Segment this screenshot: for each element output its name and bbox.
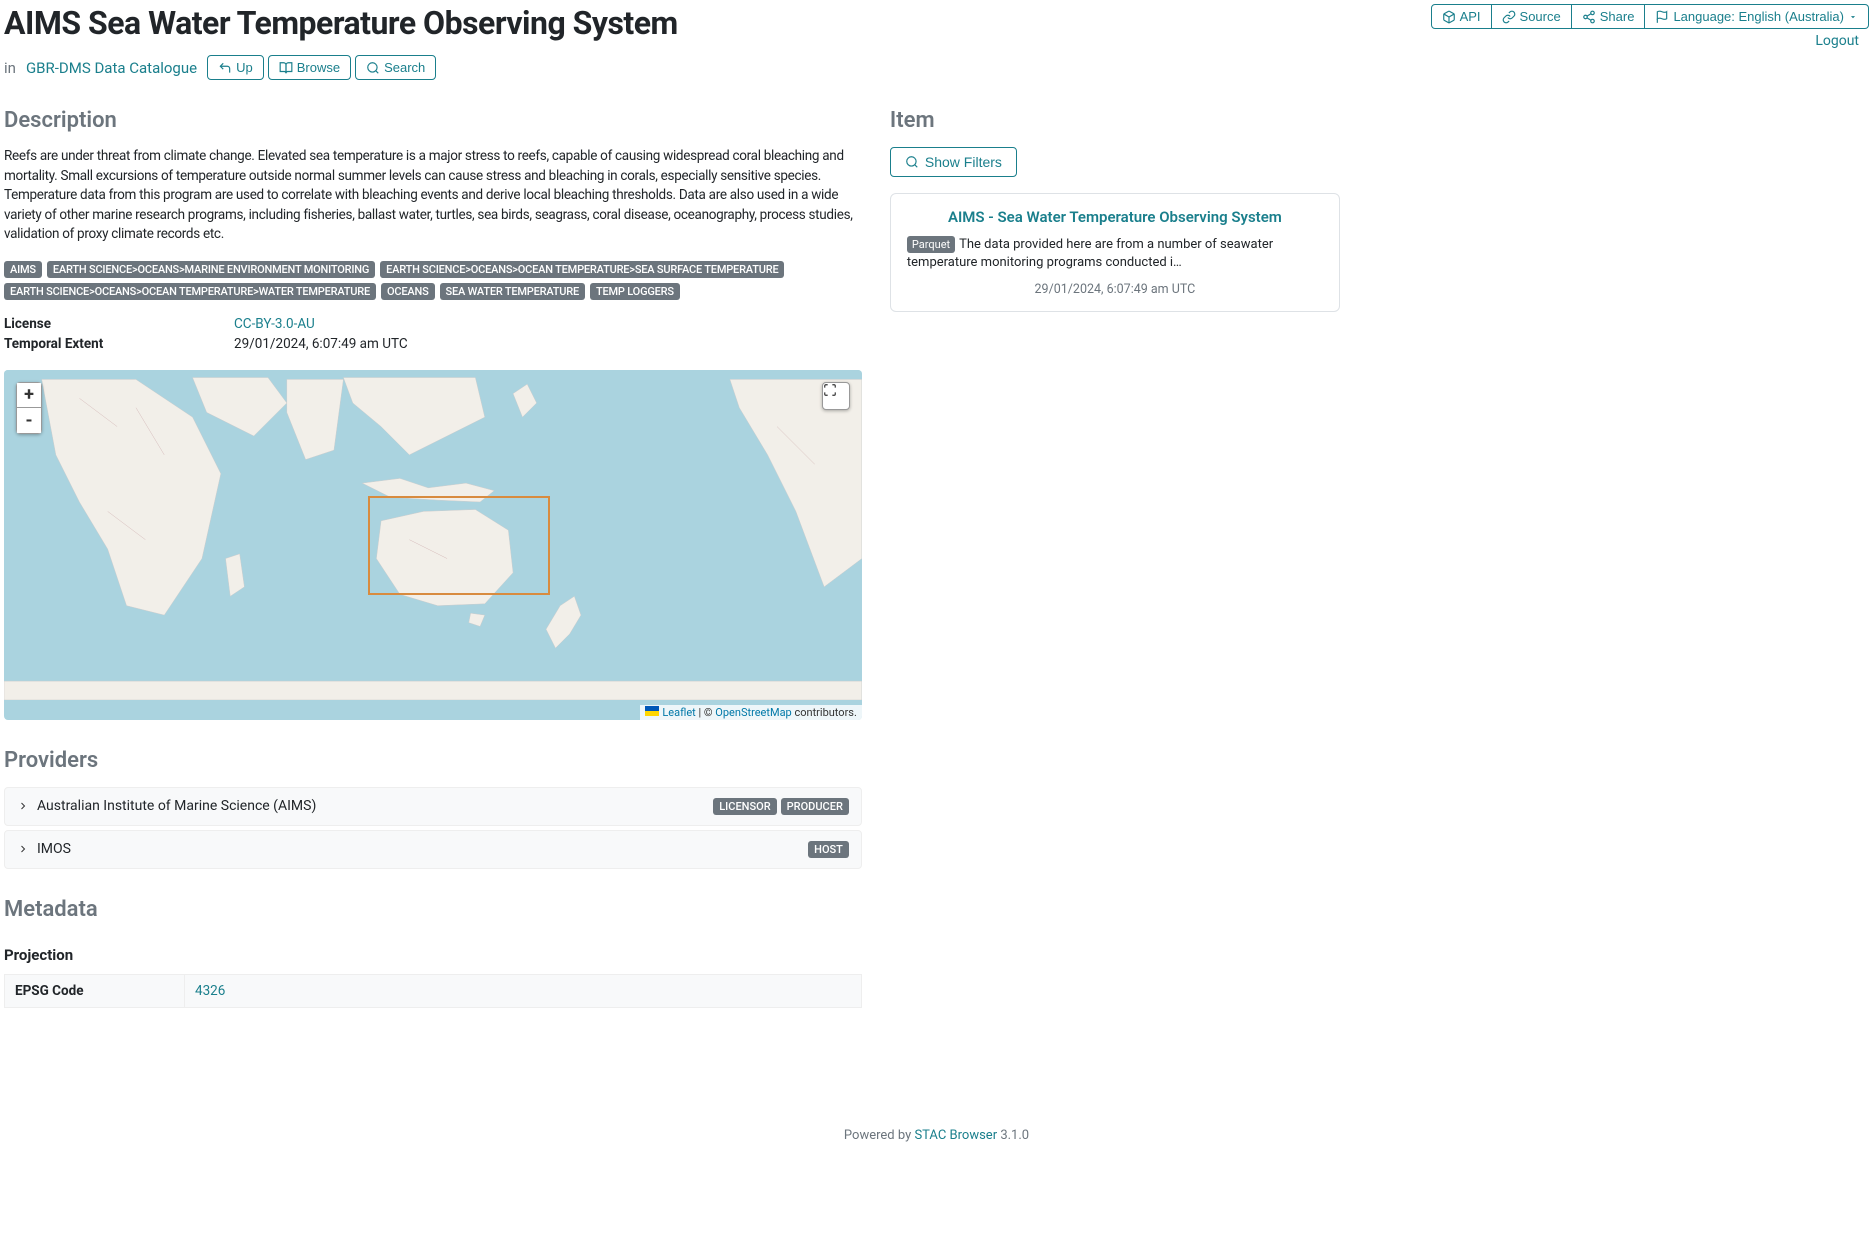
book-icon [279,61,293,75]
osm-link[interactable]: OpenStreetMap [715,706,791,719]
tag: Sea Water Temperature [440,283,585,300]
share-button[interactable]: Share [1572,4,1646,29]
temporal-value: 29/01/2024, 6:07:49 am UTC [234,336,408,352]
license-link[interactable]: CC-BY-3.0-AU [234,316,315,332]
item-card: AIMS - Sea Water Temperature Observing S… [890,193,1340,312]
up-label: Up [236,60,253,75]
source-button[interactable]: Source [1492,4,1572,29]
search-button[interactable]: Search [355,55,436,80]
epsg-link[interactable]: 4326 [195,983,225,999]
caret-down-icon [1848,12,1858,22]
provider-row[interactable]: Australian Institute of Marine Science (… [4,787,862,826]
chevron-right-icon [17,800,29,812]
item-format-badge: Parquet [907,236,955,253]
tag: EARTH SCIENCE>OCEANS>OCEAN TEMPERATURE>W… [4,283,376,300]
browse-label: Browse [297,60,340,75]
page-title: AIMS Sea Water Temperature Observing Sys… [4,4,678,42]
tags-container: AIMS EARTH SCIENCE>OCEANS>MARINE ENVIRON… [4,261,862,300]
fullscreen-icon [823,383,837,397]
language-button[interactable]: Language: English (Australia) [1645,4,1869,29]
provider-row[interactable]: IMOS HOST [4,830,862,869]
language-label: Language: English (Australia) [1673,9,1844,24]
tag: EARTH SCIENCE>OCEANS>MARINE ENVIRONMENT … [47,261,375,278]
temporal-label: Temporal Extent [4,336,234,352]
provider-badge: PRODUCER [781,798,849,815]
tag: Temp Loggers [590,283,680,300]
item-heading: Item [890,108,1340,133]
metadata-heading: Metadata [4,897,862,922]
zoom-out-button[interactable]: - [16,408,42,434]
search-icon [905,155,919,169]
chevron-right-icon [17,843,29,855]
flag-icon [645,706,659,716]
up-arrow-icon [218,61,232,75]
share-icon [1582,10,1596,24]
cube-icon [1442,10,1456,24]
breadcrumb-catalogue-link[interactable]: GBR-DMS Data Catalogue [26,59,197,77]
browse-button[interactable]: Browse [268,55,351,80]
link-icon [1502,10,1516,24]
up-button[interactable]: Up [207,55,264,80]
show-filters-label: Show Filters [925,154,1002,170]
fullscreen-button[interactable] [822,382,850,410]
top-toolbar: API Source Share Language: English (Aust… [1431,4,1869,29]
metadata-table: EPSG Code 4326 [4,974,862,1008]
provider-name: Australian Institute of Marine Science (… [37,798,316,814]
provider-badge: LICENSOR [713,798,776,815]
footer: Powered by STAC Browser 3.1.0 [4,1128,1869,1153]
item-card-date: 29/01/2024, 6:07:49 am UTC [907,282,1323,297]
description-text: Reefs are under threat from climate chan… [4,147,862,245]
tag: Oceans [381,283,435,300]
api-button[interactable]: API [1431,4,1492,29]
show-filters-button[interactable]: Show Filters [890,147,1017,177]
epsg-label: EPSG Code [5,974,185,1007]
logout-link[interactable]: Logout [1815,33,1859,49]
tag: AIMS [4,261,42,278]
share-label: Share [1600,9,1635,24]
projection-heading: Projection [4,946,862,964]
map[interactable]: + - Leaflet | © OpenStreetMap contributo… [4,370,862,720]
zoom-in-button[interactable]: + [16,382,42,408]
stac-browser-link[interactable]: STAC Browser [914,1128,997,1143]
providers-heading: Providers [4,748,862,773]
breadcrumb-in: in [4,59,16,77]
flag-icon [1655,10,1669,24]
item-card-title[interactable]: AIMS - Sea Water Temperature Observing S… [907,208,1323,226]
provider-badge: HOST [808,841,849,858]
leaflet-link[interactable]: Leaflet [662,706,695,719]
map-bbox [368,496,550,595]
license-label: License [4,316,234,332]
source-label: Source [1520,9,1561,24]
item-card-body: ParquetThe data provided here are from a… [907,236,1323,272]
tag: EARTH SCIENCE>OCEANS>OCEAN TEMPERATURE>S… [380,261,784,278]
search-label: Search [384,60,425,75]
description-heading: Description [4,108,862,133]
api-label: API [1460,9,1481,24]
map-container: + - Leaflet | © OpenStreetMap contributo… [4,370,862,720]
provider-name: IMOS [37,841,71,857]
map-attribution: Leaflet | © OpenStreetMap contributors. [640,705,862,720]
search-icon [366,61,380,75]
item-card-text: The data provided here are from a number… [907,237,1273,270]
